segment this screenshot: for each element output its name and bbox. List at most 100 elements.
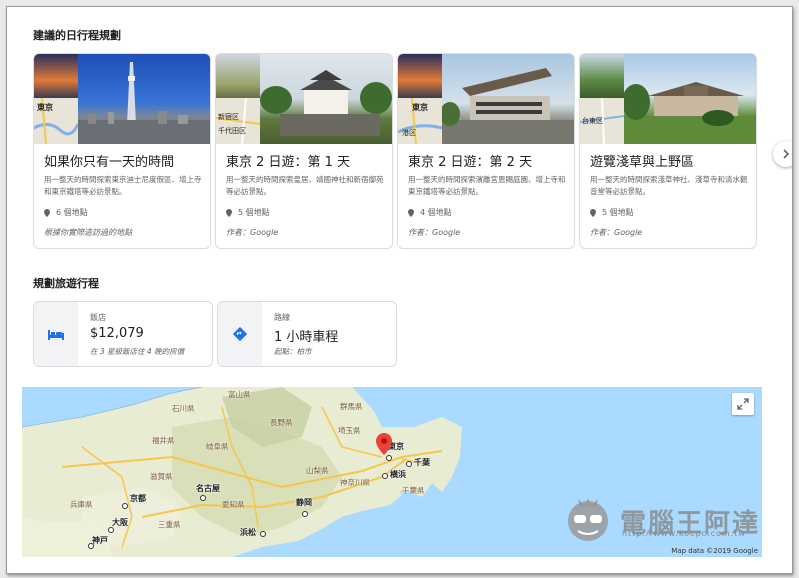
itinerary-title: 如果你只有一天的時間	[44, 155, 175, 170]
mini-map-label: 新宿区	[218, 113, 239, 121]
itinerary-author: 根據你實際造訪過的地點	[44, 228, 132, 237]
map-city-dot	[382, 473, 388, 479]
mini-map-label: 東京	[412, 103, 428, 112]
itinerary-thumbnails: 新宿区 千代田区	[216, 54, 392, 144]
itinerary-card-3[interactable]: 東京 港区 東京 2 日遊：第 2 天 用一整天的時間探索濱離宮恩賜庭園、增上寺…	[397, 53, 575, 249]
mini-map-thumbnail: 東京	[34, 98, 78, 144]
mini-map-thumbnail: 東京 港区	[398, 98, 442, 144]
mascot-logo-icon	[568, 499, 608, 541]
itinerary-thumbnails: 東京	[34, 54, 210, 144]
map-prefecture-label: 富山県	[228, 390, 251, 399]
itinerary-place-count: 6 個地點	[44, 207, 88, 218]
map-prefecture-label: 神奈川県	[340, 478, 370, 487]
place-pin-icon	[44, 208, 50, 217]
map-city-label: 京都	[130, 494, 146, 503]
itinerary-description: 用一整天的時間探索淺草神社、淺草寺和清水觀音堂等必訪景點。	[590, 175, 748, 196]
map-prefecture-label: 山梨県	[306, 466, 329, 475]
map-fullscreen-button[interactable]	[732, 393, 754, 415]
mini-map-thumbnail: 新宿区 千代田区	[216, 98, 260, 144]
route-label: 路線	[274, 313, 290, 322]
itinerary-thumbnails: 東京 港区	[398, 54, 574, 144]
itinerary-place-count: 4 個地點	[408, 207, 452, 218]
tokyo-night-thumbnail	[398, 54, 442, 98]
imperial-palace-thumbnail	[260, 54, 392, 144]
suggested-itineraries-heading: 建議的日行程規劃	[33, 29, 121, 42]
tokyo-night-thumbnail	[34, 54, 78, 98]
place-count-text: 5 個地點	[602, 208, 634, 217]
hotel-card[interactable]: 飯店 $12,079 在 3 星級飯店住 4 晚的房價	[33, 301, 213, 367]
mini-map-label: 港区	[402, 129, 416, 137]
itinerary-title: 遊覽淺草與上野區	[590, 155, 695, 170]
map-city-label: 大阪	[112, 518, 128, 527]
place-pin-icon	[590, 208, 596, 217]
map-city-label: 名古屋	[196, 484, 220, 493]
itinerary-description: 用一整天的時間探索濱離宮恩賜庭園、增上寺和東京鐵塔等必訪景點。	[408, 175, 566, 196]
map-city-label: 千葉	[414, 458, 430, 467]
itinerary-title: 東京 2 日遊：第 2 天	[408, 155, 533, 170]
itinerary-description: 用一整天的時間探索東京迪士尼度假區、增上寺和東京鐵塔等必訪景點。	[44, 175, 202, 196]
map-prefecture-label: 岐阜県	[206, 442, 229, 451]
fullscreen-icon	[737, 398, 749, 410]
place-pin-icon	[226, 208, 232, 217]
plan-trip-heading: 規劃旅遊行程	[33, 277, 99, 290]
park-thumbnail	[580, 54, 624, 98]
map-city-dot	[122, 503, 128, 509]
itinerary-title: 東京 2 日遊：第 1 天	[226, 155, 351, 170]
mini-map-thumbnail: 台東区	[580, 98, 624, 144]
skytree-thumbnail	[78, 54, 210, 144]
map-city-dot	[386, 455, 392, 461]
hotel-icon-box	[34, 302, 78, 366]
map-city-dot	[108, 527, 114, 533]
temple-thumbnail	[216, 54, 260, 98]
national-museum-thumbnail	[624, 54, 756, 144]
hotel-price: $12,079	[90, 326, 144, 341]
map-attribution: Map data ©2019 Google	[671, 547, 758, 555]
map-prefecture-label: 群馬県	[340, 402, 363, 411]
map-city-dot	[200, 495, 206, 501]
place-count-text: 5 個地點	[238, 208, 270, 217]
location-marker-icon[interactable]	[376, 433, 392, 455]
itinerary-card-1[interactable]: 東京 如果你只有一天的時間 用一整天的時間探索東京迪士尼度假區、增上寺和東京鐵塔…	[33, 53, 211, 249]
map-city-label: 浜松	[240, 528, 256, 537]
map-prefecture-label: 埼玉県	[338, 426, 361, 435]
museum-thumbnail	[442, 54, 574, 144]
map-city-dot	[406, 461, 412, 467]
carousel-next-button[interactable]	[773, 141, 792, 167]
hotel-label: 飯店	[90, 313, 106, 322]
map-prefecture-label: 石川県	[172, 404, 195, 413]
itinerary-author: 作者：Google	[408, 228, 461, 237]
map-prefecture-label: 千葉県	[402, 486, 425, 495]
watermark-url: http://www.kocpc.com.tw	[622, 529, 746, 538]
itinerary-thumbnails: 台東区	[580, 54, 756, 144]
itinerary-place-count: 5 個地點	[590, 207, 634, 218]
itinerary-author: 作者：Google	[590, 228, 643, 237]
mini-map-label: 東京	[37, 103, 53, 112]
map-prefecture-label: 三重県	[158, 520, 181, 529]
site-watermark: 電腦王阿達 http://www.kocpc.com.tw	[562, 497, 760, 545]
route-duration: 1 小時車程	[274, 330, 339, 345]
route-icon-box	[218, 302, 262, 366]
mini-map-label: 台東区	[582, 117, 603, 125]
directions-icon	[233, 327, 247, 341]
map-prefecture-label: 滋賀県	[150, 472, 173, 481]
map-city-dot	[302, 511, 308, 517]
map-prefecture-label: 福井県	[152, 436, 175, 445]
route-card[interactable]: 路線 1 小時車程 起點：柏市	[217, 301, 397, 367]
itinerary-card-2[interactable]: 新宿区 千代田区 東京 2 日遊：第 1 天 用一整天的時間探索皇居、靖國神社和…	[215, 53, 393, 249]
mini-map-label: 千代田区	[218, 127, 246, 135]
map-city-dot	[260, 531, 266, 537]
map-prefecture-label: 愛知県	[222, 500, 245, 509]
itinerary-card-4[interactable]: 台東区 遊覽淺草與上野區 用一整天的時間探索淺草神社、淺草寺和清水觀音堂等必訪景…	[579, 53, 757, 249]
map-city-dot	[88, 543, 94, 549]
bed-icon	[48, 330, 64, 340]
map-prefecture-label: 長野県	[270, 418, 293, 427]
map-city-label: 横浜	[390, 470, 406, 479]
itinerary-description: 用一整天的時間探索皇居、靖國神社和新宿御苑等必訪景點。	[226, 175, 384, 196]
place-count-text: 4 個地點	[420, 208, 452, 217]
place-count-text: 6 個地點	[56, 208, 88, 217]
travel-planner-panel: 建議的日行程規劃 東京 如果你只有一天的時間 用一整天的時間探索東京迪士尼度假區…	[6, 6, 793, 574]
map-prefecture-label: 兵庫県	[70, 500, 93, 509]
map-city-label: 神戸	[92, 536, 108, 545]
chevron-right-icon	[783, 149, 790, 159]
route-origin: 起點：柏市	[274, 347, 312, 356]
